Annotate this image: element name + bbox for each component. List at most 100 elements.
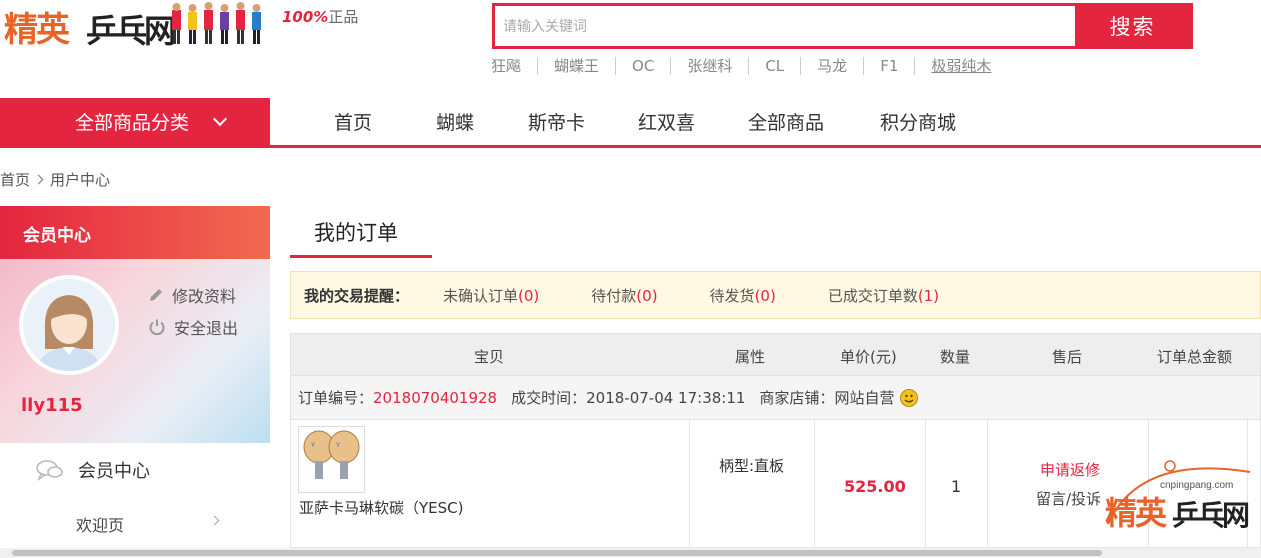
reminder-item-label: 未确认订单 [443, 286, 519, 305]
edit-profile-label: 修改资料 [172, 287, 237, 306]
shop-name[interactable]: 网站自营 [834, 387, 894, 408]
reminder-item-label: 待付款 [591, 286, 637, 305]
nav-item-points-mall[interactable]: 积分商城 [854, 108, 974, 135]
pencil-icon [150, 289, 162, 301]
smiley-icon[interactable] [900, 388, 919, 407]
scrollbar-thumb[interactable] [12, 550, 1102, 556]
search-button[interactable]: 搜索 [1075, 6, 1190, 46]
reminder-pending-shipment[interactable]: 待发货(0) [710, 285, 776, 306]
all-categories-label: 全部商品分类 [75, 112, 190, 134]
username: lly115 [21, 395, 83, 416]
logout-label: 安全退出 [174, 319, 239, 338]
search-bar: 搜索 [492, 3, 1193, 49]
nav-item-stiga[interactable]: 斯帝卡 [502, 108, 612, 135]
watermark-text-primary: 精英 [1105, 494, 1167, 532]
col-header-item: 宝贝 [474, 348, 505, 366]
logo-text-secondary: 乒乓网 [86, 12, 176, 50]
table-divider [987, 420, 988, 548]
product-name[interactable]: 亚萨卡马琳软碳（YESC) [299, 497, 464, 518]
reminder-item-label: 待发货 [709, 286, 755, 305]
page-title: 我的订单 [290, 214, 432, 258]
member-center-header: 会员中心 [0, 206, 270, 259]
hot-keyword[interactable]: F1 [863, 57, 914, 75]
col-header-after-sale: 售后 [1052, 348, 1083, 366]
sidebar-item-label: 欢迎页 [76, 516, 125, 535]
main-nav: 全部商品分类 首页 蝴蝶 斯帝卡 红双喜 全部商品 积分商城 [0, 98, 1261, 148]
table-divider [689, 420, 690, 548]
reminder-completed[interactable]: 已成交订单数(1) [828, 285, 939, 306]
table-divider [814, 420, 815, 548]
order-time-label: 成交时间： [511, 389, 587, 407]
shop-label: 商家店铺： [759, 389, 835, 407]
product-thumbnail[interactable]: Y Y [298, 426, 365, 493]
nav-item-home[interactable]: 首页 [308, 108, 410, 135]
reminder-count: (1) [917, 286, 940, 305]
order-table-header: 宝贝 属性 单价(元) 数量 售后 订单总金额 [290, 333, 1261, 376]
reminder-label: 我的交易提醒： [304, 286, 410, 305]
col-header-total: 订单总金额 [1157, 348, 1233, 366]
nav-item-butterfly[interactable]: 蝴蝶 [410, 108, 502, 135]
col-header-qty: 数量 [940, 348, 971, 366]
trade-reminder-bar: 我的交易提醒： 未确认订单(0) 待付款(0) 待发货(0) 已成交订单数(1) [290, 271, 1261, 319]
chevron-right-icon [209, 515, 220, 526]
quantity: 1 [951, 477, 962, 496]
edit-profile-link[interactable]: 修改资料 [148, 283, 236, 307]
breadcrumb-current: 用户中心 [50, 171, 111, 189]
svg-text:Y: Y [311, 443, 315, 449]
horizontal-scrollbar[interactable] [0, 548, 1261, 558]
profile-card: 修改资料 安全退出 lly115 [0, 259, 270, 443]
sidebar-item-welcome[interactable]: 欢迎页 [76, 512, 220, 536]
power-icon [149, 319, 165, 336]
logo-text-primary: 精英 [4, 10, 70, 50]
hot-keyword[interactable]: 张继科 [670, 57, 748, 75]
all-categories-button[interactable]: 全部商品分类 [0, 98, 270, 145]
reminder-item-label: 已成交订单数 [827, 286, 918, 305]
watermark-url: cnpingpang.com [1160, 480, 1234, 491]
chevron-down-icon [212, 111, 228, 126]
nav-item-all-products[interactable]: 全部商品 [722, 108, 854, 135]
reminder-count: (0) [518, 286, 540, 305]
breadcrumb-home[interactable]: 首页 [0, 171, 30, 189]
order-no[interactable]: 2018070401928 [373, 389, 497, 407]
players-illustration-icon [172, 2, 261, 44]
logout-link[interactable]: 安全退出 [148, 315, 238, 339]
hot-keyword[interactable]: 极弱纯木 [914, 57, 1007, 75]
hot-keyword[interactable]: 蝴蝶王 [537, 57, 615, 75]
nav-item-dhs[interactable]: 红双喜 [612, 108, 722, 135]
site-logo[interactable]: 精英 乒乓网 [0, 0, 268, 50]
reminder-pending-payment[interactable]: 待付款(0) [591, 285, 657, 306]
reminder-unconfirmed[interactable]: 未确认订单(0) [443, 285, 539, 306]
authentic-text: 正品 [328, 8, 359, 26]
comment-complaint-link[interactable]: 留言/投诉 [1036, 488, 1101, 509]
svg-text:Y: Y [336, 443, 340, 449]
order-time: 2018-07-04 17:38:11 [586, 388, 746, 407]
col-header-price: 单价(元) [840, 348, 897, 366]
watermark-text-secondary: 乒乓网 [1172, 499, 1250, 532]
chat-bubbles-icon [36, 460, 63, 481]
apply-repair-link[interactable]: 申请返修 [1040, 459, 1100, 480]
hot-keyword[interactable]: 狂飚 [491, 57, 537, 75]
hot-keyword[interactable]: OC [615, 57, 670, 75]
hot-keyword[interactable]: 马龙 [800, 57, 863, 75]
hot-keywords: 狂飚 蝴蝶王 OC 张继科 CL 马龙 F1 极弱纯木 [491, 57, 1007, 75]
table-divider [925, 420, 926, 548]
chevron-right-icon [33, 174, 44, 185]
sidebar-item-member-center[interactable]: 会员中心 [36, 457, 150, 483]
breadcrumb: 首页 用户中心 [0, 169, 110, 190]
order-info-row: 订单编号： 2018070401928 成交时间： 2018-07-04 17:… [290, 376, 1261, 420]
authentic-percent: 100% [282, 8, 329, 26]
paddle-image-icon: Y Y [303, 430, 360, 479]
search-input[interactable] [495, 6, 1075, 46]
authentic-badge: 100%正品 [282, 6, 358, 27]
female-avatar-icon [23, 279, 115, 371]
reminder-count: (0) [636, 286, 658, 305]
sidebar-item-label: 会员中心 [78, 461, 150, 482]
avatar [19, 275, 119, 375]
hot-keyword[interactable]: CL [748, 57, 800, 75]
watermark-logo: cnpingpang.com 精英 乒乓网 [1100, 454, 1261, 554]
order-no-label: 订单编号： [298, 389, 374, 407]
smiley-face-glyph [905, 394, 914, 402]
col-header-attr: 属性 [735, 348, 766, 366]
product-attribute: 柄型:直板 [719, 457, 785, 475]
reminder-count: (0) [754, 286, 776, 305]
